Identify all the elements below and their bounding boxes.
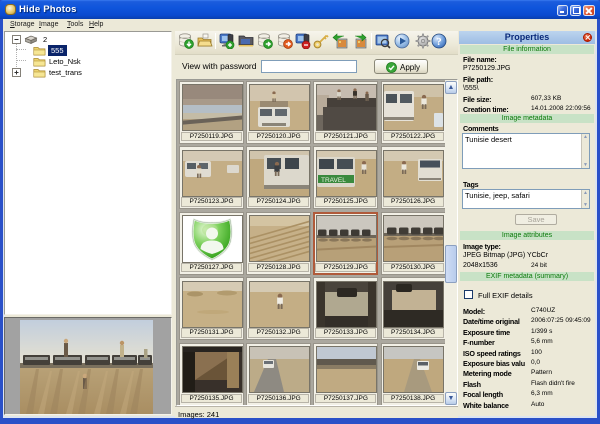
- svg-text:?: ?: [436, 36, 442, 48]
- svg-text:TRAVEL: TRAVEL: [321, 177, 346, 184]
